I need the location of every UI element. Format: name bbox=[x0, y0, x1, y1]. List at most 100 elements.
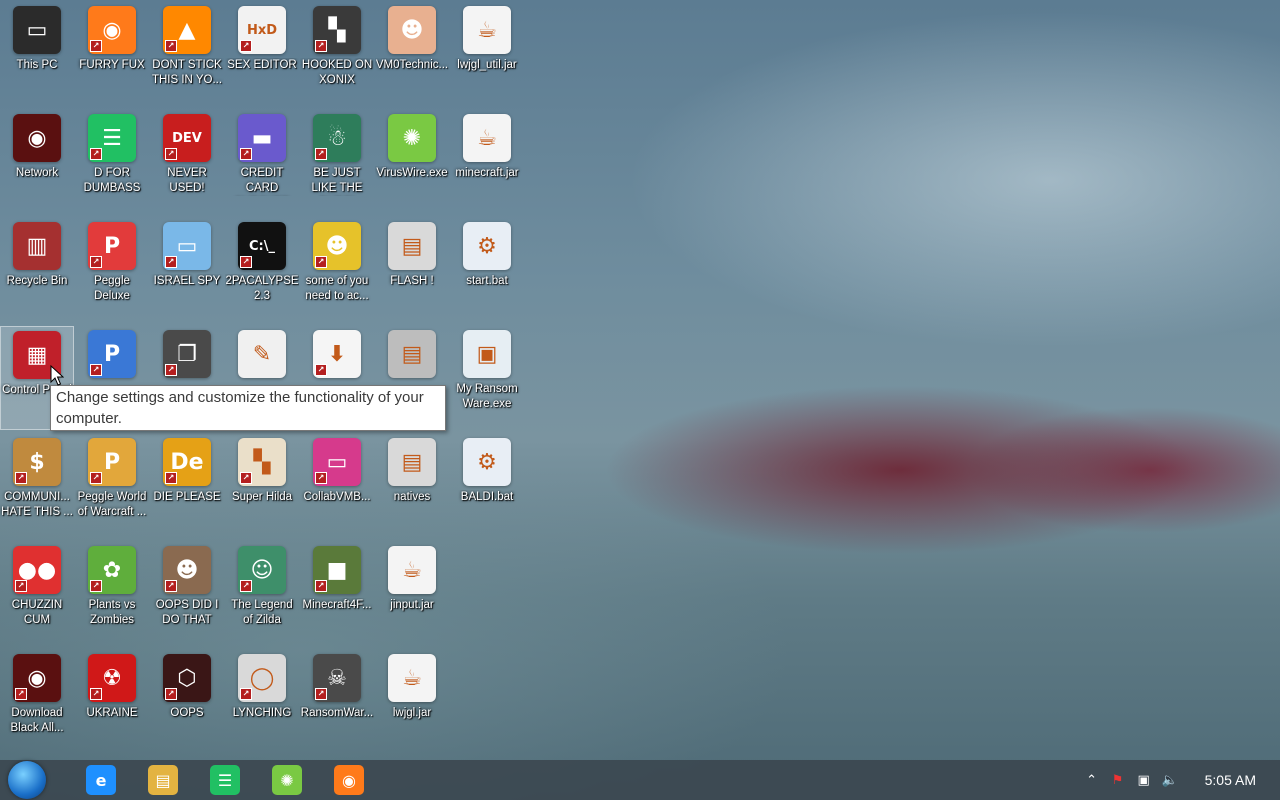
shortcut-arrow-icon: ↗ bbox=[240, 688, 252, 700]
desktop-shortcut[interactable]: ◉ Network bbox=[0, 110, 74, 214]
desktop-shortcut[interactable]: ▥ Recycle Bin bbox=[0, 218, 74, 322]
taskbar-app-button[interactable]: ▤ bbox=[134, 760, 192, 800]
shortcut-arrow-icon: ↗ bbox=[165, 148, 177, 160]
desktop-shortcut[interactable]: $ ↗ COMMUNI... HATE THIS ... bbox=[0, 434, 74, 538]
desktop-shortcut[interactable]: ☃↗ BE JUST LIKE THE DUDE! bbox=[300, 110, 374, 214]
desktop-shortcut[interactable]: ▭ ↗ CollabVMB... bbox=[300, 434, 374, 538]
shortcut-arrow-icon: ↗ bbox=[90, 148, 102, 160]
shortcut-arrow-icon: ↗ bbox=[165, 256, 177, 268]
limewire-icon: ✺ bbox=[272, 765, 302, 795]
desktop-shortcut[interactable]: ◉ ↗ Download Black All... bbox=[0, 650, 74, 754]
desktop-shortcut[interactable]: ●● ↗ CHUZZIN CUM bbox=[0, 542, 74, 646]
desktop-shortcut[interactable]: ☕ minecraft.jar bbox=[450, 110, 524, 214]
internet-explorer-icon: e bbox=[86, 765, 116, 795]
show-hidden-icons-chevron-icon[interactable]: ⌃ bbox=[1081, 769, 1103, 791]
start-button[interactable] bbox=[8, 761, 46, 799]
desktop-shortcut[interactable]: ▤ natives bbox=[375, 434, 449, 538]
gear-batch-icon: ⚙ bbox=[463, 222, 511, 270]
xonix-game-icon: ▚ ↗ bbox=[313, 6, 361, 54]
taskbar-app-button[interactable]: e bbox=[72, 760, 130, 800]
shortcut-arrow-icon: ↗ bbox=[315, 256, 327, 268]
alien-icon: ◉ ↗ bbox=[13, 654, 61, 702]
firefox-icon: ◉ ↗ bbox=[88, 6, 136, 54]
desktop-shortcut-label: VirusWire.exe bbox=[376, 167, 448, 179]
desktop-shortcut[interactable]: ▚ ↗ HOOKED ON XONIX bbox=[300, 2, 374, 106]
monitor-icon: ▭ ↗ bbox=[313, 438, 361, 486]
desktop-shortcut-label: lwjgl.jar bbox=[392, 707, 432, 719]
limewire-icon: ✺ bbox=[388, 114, 436, 162]
skull-icon: ☠ ↗ bbox=[313, 654, 361, 702]
desktop-shortcut[interactable]: ⚙ start.bat bbox=[450, 218, 524, 322]
network-status-icon[interactable]: ▣ bbox=[1133, 769, 1155, 791]
desktop-shortcut[interactable]: ☠ ↗ RansomWar... bbox=[300, 650, 374, 754]
desktop-shortcut[interactable]: ▬↗ CREDIT CARD CHECKER bbox=[225, 110, 299, 214]
java-icon: ☕ bbox=[463, 114, 511, 162]
volume-icon[interactable]: 🔈 bbox=[1159, 769, 1181, 791]
java-icon: ☕ bbox=[388, 546, 436, 594]
desktop-shortcut[interactable]: ■ ↗ Minecraft4F... bbox=[300, 542, 374, 646]
desktop-shortcut-label: LYNCHING bbox=[232, 707, 292, 719]
desktop-shortcut[interactable]: ▭ ↗ ISRAEL SPY bbox=[150, 218, 224, 322]
desktop-shortcut[interactable]: ▤ FLASH ! bbox=[375, 218, 449, 322]
desktop-shortcut[interactable]: ✿ ↗ Plants vs Zombies bbox=[75, 542, 149, 646]
link-hero-icon: ☺ ↗ bbox=[238, 546, 286, 594]
desktop-shortcut[interactable]: ✺ VirusWire.exe bbox=[375, 110, 449, 214]
shield-game-icon: ⬡ ↗ bbox=[163, 654, 211, 702]
network-icon: ◉ bbox=[13, 114, 61, 162]
desktop-shortcut[interactable]: ☻ ↗ OOPS DID I DO THAT bbox=[150, 542, 224, 646]
winrar-icon: ▤ bbox=[388, 222, 436, 270]
desktop-shortcut[interactable]: De ↗ DIE PLEASE bbox=[150, 434, 224, 538]
desktop-shortcut[interactable]: ☕ lwjgl.jar bbox=[375, 650, 449, 754]
desktop-shortcut-label: FLASH ! bbox=[390, 275, 434, 287]
shortcut-arrow-icon: ↗ bbox=[315, 364, 327, 376]
desktop-shortcut[interactable]: ◉ ↗ FURRY FUX bbox=[75, 2, 149, 106]
desktop-shortcut[interactable]: ▚ ↗ Super Hilda bbox=[225, 434, 299, 538]
shortcut-arrow-icon: ↗ bbox=[165, 364, 177, 376]
desktop-shortcut-label: Download Black All... bbox=[10, 707, 64, 734]
action-center-flag-icon[interactable]: ⚑ bbox=[1107, 769, 1129, 791]
taskbar-app-button[interactable]: ◉ bbox=[320, 760, 378, 800]
java-icon: ☕ bbox=[388, 654, 436, 702]
desktop-shortcut-label: SEX EDITOR bbox=[227, 59, 297, 71]
tooltip-text: Change settings and customize the functi… bbox=[56, 389, 424, 427]
desktop-shortcut-label: RansomWar... bbox=[300, 707, 374, 719]
shortcut-arrow-icon: ↗ bbox=[240, 472, 252, 484]
shortcut-arrow-icon: ↗ bbox=[90, 688, 102, 700]
desktop-shortcut[interactable]: HxD ↗ SEX EDITOR bbox=[225, 2, 299, 106]
credit-card-icon: ▬ ↗ bbox=[238, 114, 286, 162]
shortcut-arrow-icon: ↗ bbox=[165, 40, 177, 52]
desktop-shortcut[interactable]: ☺ ↗ The Legend of Zilda bbox=[225, 542, 299, 646]
desktop-shortcut[interactable]: ▣ My Ransom Ware.exe bbox=[450, 326, 524, 430]
desktop-shortcut[interactable]: ☰ ↗ D FOR DUMBASS bbox=[75, 110, 149, 214]
shortcut-arrow-icon: ↗ bbox=[90, 472, 102, 484]
shortcut-arrow-icon: ↗ bbox=[15, 688, 27, 700]
desktop-shortcut[interactable]: ☢ ↗ UKRAINE bbox=[75, 650, 149, 754]
desktop-shortcut[interactable]: C:\_ ↗ 2PACALYPSE 2.3 bbox=[225, 218, 299, 322]
desktop-shortcut[interactable]: ⚙ BALDI.bat bbox=[450, 434, 524, 538]
desktop-shortcut-label: Peggle World of Warcraft ... bbox=[77, 491, 147, 518]
fractal-icon: ⬇ ↗ bbox=[313, 330, 361, 378]
desktop-shortcut[interactable]: ▭ This PC bbox=[0, 2, 74, 106]
peggle-nights-icon: P ↗ bbox=[88, 330, 136, 378]
desktop-shortcut-label: FURRY FUX bbox=[79, 59, 145, 71]
desktop-shortcut[interactable]: DEV ↗ NEVER USED! bbox=[150, 110, 224, 214]
desktop-shortcut[interactable]: ☻ VM0Technic... bbox=[375, 2, 449, 106]
desktop-shortcut[interactable]: ▲ ↗ DONT STICK THIS IN YO... bbox=[150, 2, 224, 106]
desktop-shortcut-label: CollabVMB... bbox=[303, 491, 371, 503]
desktop-shortcut-label: 2PACALYPSE 2.3 bbox=[225, 275, 299, 302]
desktop-shortcut-label: VM0Technic... bbox=[375, 59, 449, 71]
desktop-shortcut-label: DIE PLEASE bbox=[153, 491, 221, 503]
taskbar-app-button[interactable]: ✺ bbox=[258, 760, 316, 800]
desktop-shortcut[interactable]: ◯ ↗ LYNCHING bbox=[225, 650, 299, 754]
desktop-shortcut[interactable]: P ↗ Peggle Deluxe bbox=[75, 218, 149, 322]
desktop-shortcut[interactable]: ⬡ ↗ OOPS bbox=[150, 650, 224, 754]
taskbar-app-button[interactable]: ☰ bbox=[196, 760, 254, 800]
desktop-shortcut[interactable]: ☕ jinput.jar bbox=[375, 542, 449, 646]
clock[interactable]: 5:05 AM bbox=[1205, 772, 1256, 788]
desktop-shortcut[interactable]: ☻ ↗ some of you need to ac... bbox=[300, 218, 374, 322]
desktop: ▭ This PC ◉ ↗ FURRY FUX ▲ ↗ DONT STICK THIS IN … bbox=[0, 0, 1280, 760]
desktop-shortcut-label: natives bbox=[393, 491, 431, 503]
system-tray: ⌃ ⚑ ▣ 🔈 5:05 AM bbox=[1079, 760, 1280, 800]
desktop-shortcut[interactable]: P ↗ Peggle World of Warcraft ... bbox=[75, 434, 149, 538]
desktop-shortcut[interactable]: ☕ lwjgl_util.jar bbox=[450, 2, 524, 106]
